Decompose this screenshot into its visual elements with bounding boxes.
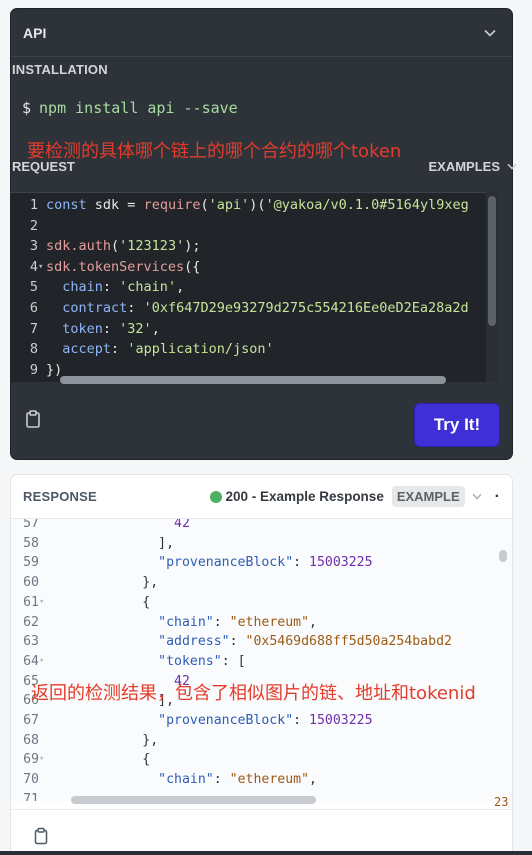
shell-prompt: $	[22, 99, 32, 117]
code-text: ],	[47, 535, 175, 551]
annotation-response: 返回的检测结果，包含了相似图片的链、地址和tokenid	[31, 683, 476, 704]
install-command-text: npm install api --save	[39, 99, 238, 117]
clipboard-icon[interactable]	[24, 409, 42, 429]
chevron-down-icon	[504, 158, 520, 174]
line-number: 62	[23, 614, 39, 630]
line-number: 59	[23, 555, 39, 571]
code-text: "chain": "ethereum",	[158, 614, 317, 630]
line-number: 70	[23, 772, 39, 788]
fold-arrow-icon[interactable]: ▾	[38, 257, 46, 278]
fold-arrow-icon[interactable]: ▾	[39, 750, 47, 770]
line-number: 63	[23, 634, 39, 650]
bottom-edge	[0, 851, 532, 855]
response-code-line: 70 "chain": "ethereum",	[11, 770, 512, 790]
code-text: accept: 'application/json'	[62, 341, 274, 358]
response-overflow-number: 23	[494, 795, 509, 809]
response-code-line: 69 ▾ {	[11, 750, 512, 770]
request-code-line: 5 chain: 'chain',	[10, 277, 486, 298]
response-code-viewer[interactable]: 57 42 58 ], 59 "provenanceBlock": 15003225…	[11, 519, 512, 801]
line-number: 9	[29, 361, 38, 378]
response-panel: RESPONSE 200 - Example Response EXAMPLE …	[10, 474, 513, 855]
code-text: "provenanceBlock": 15003225	[158, 555, 373, 571]
request-horizontal-scrollbar[interactable]	[60, 376, 446, 384]
request-label: REQUEST	[12, 158, 75, 174]
line-number: 2	[29, 217, 38, 234]
fold-arrow-icon[interactable]: ▾	[39, 593, 47, 613]
line-number: 6	[29, 299, 38, 316]
response-status-selector[interactable]: 200 - Example Response EXAMPLE ·	[209, 486, 500, 507]
code-text: "tokens": [	[158, 653, 246, 669]
more-menu[interactable]: ·	[495, 488, 500, 506]
try-it-button[interactable]: Try It!	[414, 403, 500, 447]
code-text: token: '32',	[62, 320, 160, 337]
request-code-line: 8 accept: 'application/json'	[10, 339, 486, 360]
examples-label: EXAMPLES	[428, 158, 500, 174]
response-code-line: 64 ▾ "tokens": [	[11, 652, 512, 672]
line-number: 60	[23, 575, 39, 591]
api-title: API	[23, 24, 47, 41]
request-code-line: 3 sdk.auth('123123');	[10, 236, 486, 257]
line-number: 3	[29, 238, 38, 255]
response-code-line: 61 ▾ {	[11, 593, 512, 613]
request-code-lines: 1 const sdk = require('api')('@yakoa/v0.1…	[10, 193, 486, 380]
response-vertical-scrollbar[interactable]	[499, 550, 507, 562]
response-code-line: 63 "address": "0x5469d688ff5d50a254babd2	[11, 632, 512, 652]
code-text: "provenanceBlock": 15003225	[158, 713, 373, 729]
response-code-line: 58 ],	[11, 534, 512, 554]
response-footer	[11, 809, 512, 854]
examples-dropdown[interactable]: EXAMPLES	[428, 158, 520, 174]
request-code-line: 6 contract: '0xf647D29e93279d275c554216E…	[10, 298, 486, 319]
request-code-line: 1 const sdk = require('api')('@yakoa/v0.1…	[10, 195, 486, 216]
line-number: 8	[29, 341, 38, 358]
api-header[interactable]: API	[11, 9, 512, 57]
response-label: RESPONSE	[23, 489, 97, 504]
code-text: {	[47, 594, 151, 610]
example-badge: EXAMPLE	[391, 486, 465, 507]
code-text: "chain": "ethereum",	[158, 772, 317, 788]
line-number: 57	[23, 519, 39, 531]
clipboard-icon[interactable]	[33, 827, 49, 845]
code-text: sdk.tokenServices({	[46, 258, 201, 275]
line-number: 7	[29, 320, 38, 337]
line-number: 68	[23, 732, 39, 748]
response-code-line: 59 "provenanceBlock": 15003225	[11, 553, 512, 573]
response-header: RESPONSE 200 - Example Response EXAMPLE …	[11, 475, 512, 519]
line-number: 5	[29, 279, 38, 296]
status-dot	[209, 490, 222, 503]
code-text: },	[47, 732, 159, 748]
code-text: const sdk = require('api')('@yakoa/v0.1.…	[46, 197, 469, 213]
line-number: 71	[23, 791, 39, 801]
response-code-lines: 57 42 58 ], 59 "provenanceBlock": 15003225…	[11, 519, 512, 801]
request-vertical-scrollbar[interactable]	[488, 196, 496, 326]
request-code-line: 4 ▾ sdk.tokenServices({	[10, 257, 486, 278]
fold-arrow-icon[interactable]: ▾	[39, 652, 47, 672]
response-code-line: 60 },	[11, 573, 512, 593]
code-text: chain: 'chain',	[62, 279, 185, 296]
code-text: },	[47, 575, 159, 591]
line-number: 58	[23, 535, 39, 551]
install-command[interactable]: $ npm install api --save	[22, 99, 238, 117]
response-code-line: 68 },	[11, 731, 512, 751]
code-text: 42	[174, 519, 190, 531]
response-code-line: 67 "provenanceBlock": 15003225	[11, 711, 512, 731]
line-number: 1	[29, 197, 38, 213]
request-code-line: 2	[10, 216, 486, 237]
response-code-line: 57 42	[11, 519, 512, 534]
chevron-down-icon[interactable]	[482, 25, 498, 41]
code-text: contract: '0xf647D29e93279d275c554216Ee0…	[62, 299, 469, 316]
code-text: sdk.auth('123123');	[46, 238, 201, 255]
response-horizontal-scrollbar[interactable]	[71, 796, 316, 804]
request-header: REQUEST EXAMPLES	[12, 158, 520, 174]
code-text: "address": "0x5469d688ff5d50a254babd2	[158, 634, 452, 650]
chevron-down-icon[interactable]	[469, 489, 485, 505]
installation-label: INSTALLATION	[12, 62, 108, 77]
response-code-line: 62 "chain": "ethereum",	[11, 613, 512, 633]
response-status-text: 200 - Example Response	[225, 489, 384, 504]
code-text: {	[47, 752, 151, 768]
request-code-editor[interactable]: 1 const sdk = require('api')('@yakoa/v0.1…	[10, 192, 486, 382]
request-code-line: 7 token: '32',	[10, 319, 486, 340]
line-number: 67	[23, 713, 39, 729]
